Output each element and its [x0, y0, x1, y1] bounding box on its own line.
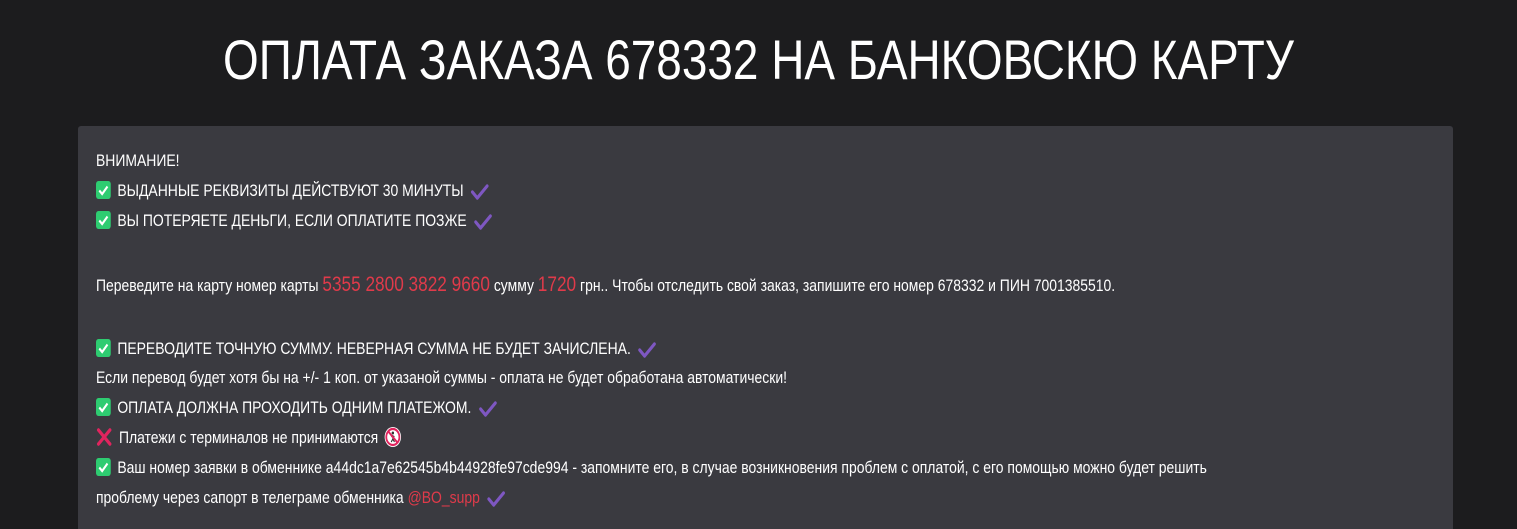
rule-request-number: Ваш номер заявки в обменнике a44dc1a7e62… — [96, 453, 1207, 483]
transfer-suffix: грн.. Чтобы отследить свой заказ, запиши… — [579, 276, 1116, 295]
check-mark-icon — [470, 181, 490, 200]
rule-single-payment: ОПЛАТА ДОЛЖНА ПРОХОДИТЬ ОДНИМ ПЛАТЕЖОМ. — [96, 393, 498, 423]
transfer-instructions: Переведите на карту номер карты 5355 280… — [96, 270, 1115, 300]
notice-item-late-payment: ВЫ ПОТЕРЯЕТЕ ДЕНЬГИ, ЕСЛИ ОПЛАТИТЕ ПОЗЖЕ — [96, 206, 493, 236]
card-number[interactable]: 5355 2800 3822 9660 — [322, 273, 490, 296]
sum-label: сумму — [493, 276, 534, 295]
payment-amount[interactable]: 1720 — [538, 273, 576, 296]
transfer-prefix: Переведите на карту номер карты — [96, 276, 319, 295]
check-box-icon — [96, 339, 111, 357]
check-mark-icon — [478, 398, 498, 417]
page-title: ОПЛАТА ЗАКАЗА 678332 НА БАНКОВСКЮ КАРТУ — [223, 28, 1294, 91]
check-box-icon — [96, 458, 111, 476]
check-box-icon — [96, 181, 111, 199]
notice-item-label: ВЫДАННЫЕ РЕКВИЗИТЫ ДЕЙСТВУЮТ 30 МИНУТЫ — [117, 181, 464, 200]
check-mark-icon — [486, 488, 506, 507]
check-mark-icon — [473, 211, 493, 230]
rule-label: Платежи с терминалов не принимаются — [118, 428, 379, 447]
check-mark-icon — [637, 339, 657, 358]
rule-label: Ваш номер заявки в обменнике a44dc1a7e62… — [117, 458, 1207, 477]
notice-item-label: ВЫ ПОТЕРЯЕТЕ ДЕНЬГИ, ЕСЛИ ОПЛАТИТЕ ПОЗЖЕ — [117, 211, 467, 230]
check-box-icon — [96, 211, 111, 229]
rule-label: ПЕРЕВОДИТЕ ТОЧНУЮ СУММУ. НЕВЕРНАЯ СУММА … — [117, 339, 631, 358]
cross-mark-icon — [96, 427, 112, 447]
attention-label: ВНИМАНИЕ! — [96, 151, 180, 170]
rule-label: ОПЛАТА ДОЛЖНА ПРОХОДИТЬ ОДНИМ ПЛАТЕЖОМ. — [117, 398, 472, 417]
payment-page: ОПЛАТА ЗАКАЗА 678332 НА БАНКОВСКЮ КАРТУ … — [0, 0, 1517, 529]
rule-label: проблему через сапорт в телеграме обменн… — [96, 488, 404, 507]
no-pedestrians-icon — [384, 427, 402, 447]
rule-exact-sum-note: Если перевод будет хотя бы на +/- 1 коп.… — [96, 363, 787, 393]
attention-line: ВНИМАНИЕ! — [96, 146, 180, 176]
rule-exact-sum: ПЕРЕВОДИТЕ ТОЧНУЮ СУММУ. НЕВЕРНАЯ СУММА … — [96, 334, 657, 364]
check-box-icon — [96, 398, 111, 416]
notice-item-validity: ВЫДАННЫЕ РЕКВИЗИТЫ ДЕЙСТВУЮТ 30 МИНУТЫ — [96, 176, 490, 206]
rule-no-terminals: Платежи с терминалов не принимаются — [96, 423, 402, 453]
rule-request-number-cont: проблему через сапорт в телеграме обменн… — [96, 483, 506, 513]
support-link[interactable]: @BO_supp — [408, 488, 480, 507]
rule-note: Если перевод будет хотя бы на +/- 1 коп.… — [96, 368, 787, 387]
